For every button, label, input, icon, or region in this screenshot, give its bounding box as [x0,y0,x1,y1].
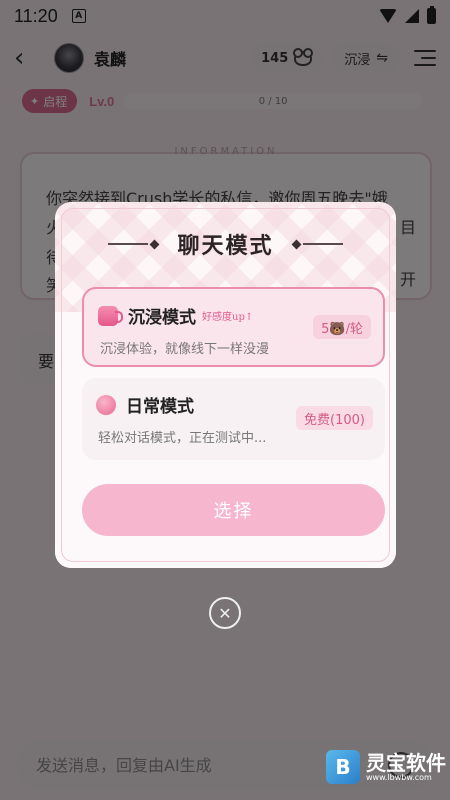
option-price-badge: 免费(100) [296,406,373,430]
watermark-name: 灵宝软件 [366,750,446,775]
affinity-up-tag: 好感度up↑ [202,312,254,323]
watermark-logo: B [326,750,360,784]
title-ornament-right [290,239,343,249]
option-description: 沉浸体验，就像线下一样没漫 [100,342,270,357]
title-ornament-left [108,239,161,249]
option-title: 沉浸模式 [128,308,196,328]
cup-icon [98,305,123,326]
close-icon: ✕ [218,603,232,623]
dialog-title: 聊天模式 [177,233,274,259]
option-title: 日常模式 [126,397,194,417]
daily-mode-option[interactable]: 日常模式 轻松对话模式，正在测试中... 免费(100) [82,378,385,460]
chat-mode-dialog: 聊天模式 沉浸模式 好感度up↑ 沉浸体验，就像线下一样没漫 5🐻/轮 日常模式… [55,202,396,568]
immersive-mode-option[interactable]: 沉浸模式 好感度up↑ 沉浸体验，就像线下一样没漫 5🐻/轮 [82,287,385,367]
select-button[interactable]: 选择 [82,484,385,536]
close-dialog-button[interactable]: ✕ [209,597,241,629]
dialog-title-row: 聊天模式 [55,228,396,260]
option-price-badge: 5🐻/轮 [313,315,371,339]
watermark: B 灵宝软件 www.lbwbw.com [326,750,446,784]
gift-icon [96,394,116,415]
